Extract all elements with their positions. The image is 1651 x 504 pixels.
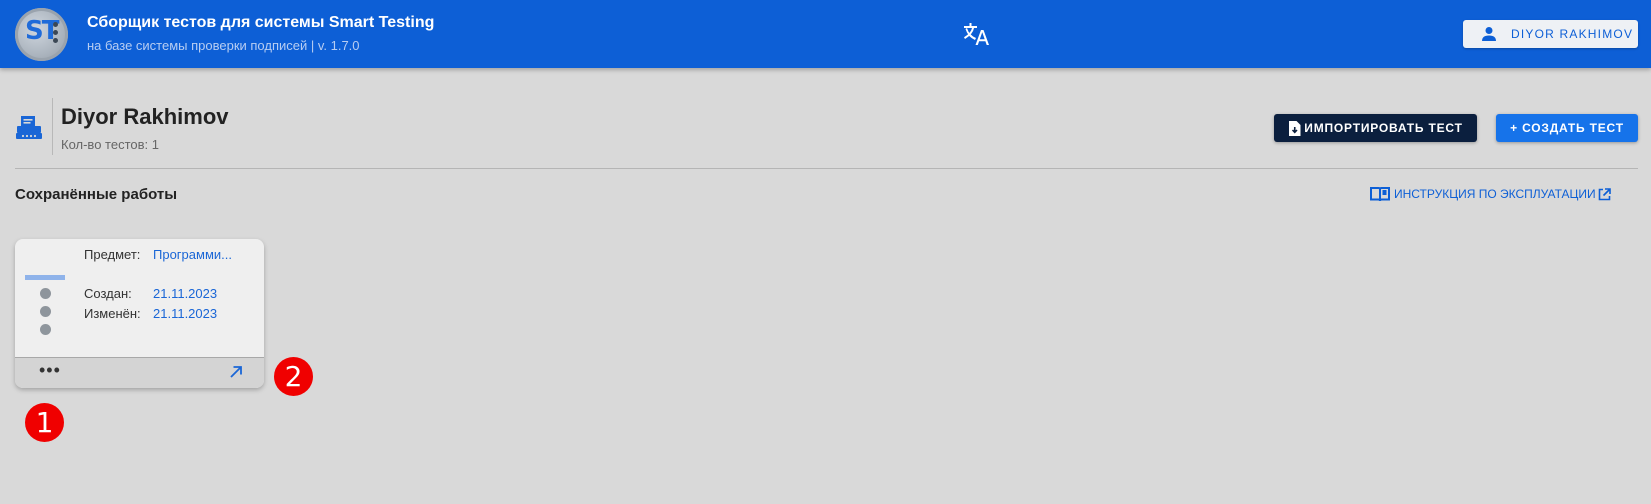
- subject-value: Программи...: [153, 247, 232, 262]
- annotation-marker-2: 2: [274, 357, 313, 396]
- tests-count: Кол-во тестов: 1: [61, 137, 159, 152]
- printer-icon: [16, 116, 42, 139]
- card-subject-row: Предмет: Программи...: [84, 247, 232, 262]
- create-test-label: + СОЗДАТЬ ТЕСТ: [1510, 121, 1624, 135]
- section-divider: [15, 168, 1638, 169]
- app-logo: ST: [15, 8, 68, 61]
- user-manual-label: ИНСТРУКЦИЯ ПО ЭКСПЛУАТАЦИИ: [1394, 187, 1596, 201]
- file-import-icon: [1289, 120, 1301, 136]
- open-arrow-icon[interactable]: [228, 364, 244, 380]
- created-label: Создан:: [84, 286, 132, 301]
- modified-label: Изменён:: [84, 306, 141, 321]
- saved-test-card[interactable]: Предмет: Программи... Создан: 21.11.2023…: [15, 239, 264, 388]
- person-icon: [1482, 27, 1496, 41]
- user-account-button[interactable]: DIYOR RAKHIMOV: [1463, 20, 1638, 48]
- import-test-label: ИМПОРТИРОВАТЬ ТЕСТ: [1304, 121, 1463, 135]
- header-divider: [52, 98, 53, 155]
- app-subtitle: на базе системы проверки подписей | v. 1…: [87, 38, 360, 53]
- page-title: Diyor Rakhimov: [61, 104, 229, 129]
- logo-dots: [53, 22, 59, 46]
- user-name-label: DIYOR RAKHIMOV: [1511, 27, 1634, 41]
- modified-value: 21.11.2023: [153, 306, 218, 321]
- subject-label: Предмет:: [84, 247, 141, 262]
- annotation-marker-1: 1: [25, 403, 64, 442]
- card-modified-row: Изменён: 21.11.2023: [84, 306, 217, 321]
- created-value: 21.11.2023: [153, 286, 218, 301]
- import-test-button[interactable]: ИМПОРТИРОВАТЬ ТЕСТ: [1274, 114, 1477, 142]
- open-external-icon: [1598, 187, 1611, 200]
- app-title: Сборщик тестов для системы Smart Testing: [87, 14, 435, 31]
- saved-works-title: Сохранённые работы: [15, 186, 178, 203]
- top-app-bar: ST Сборщик тестов для системы Smart Test…: [0, 0, 1651, 68]
- test-thumbnail: [25, 275, 65, 335]
- card-footer: •••: [15, 357, 264, 388]
- translate-icon[interactable]: [963, 22, 989, 46]
- book-icon: [1370, 187, 1390, 202]
- card-created-row: Создан: 21.11.2023: [84, 286, 217, 301]
- create-test-button[interactable]: + СОЗДАТЬ ТЕСТ: [1496, 114, 1638, 142]
- user-manual-link[interactable]: ИНСТРУКЦИЯ ПО ЭКСПЛУАТАЦИИ: [1370, 186, 1611, 202]
- more-options-icon[interactable]: •••: [39, 361, 61, 379]
